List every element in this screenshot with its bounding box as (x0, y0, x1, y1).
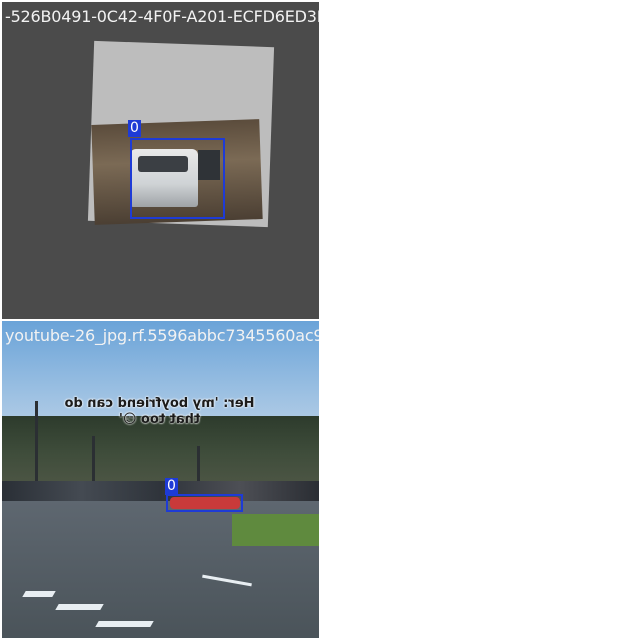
image-caption: -526B0491-0C42-4F0F-A201-ECFD6ED3DD6E-pn (5, 7, 319, 26)
detection-label: 0 (165, 478, 178, 495)
detection-box (130, 138, 225, 219)
detection-label: 0 (128, 120, 141, 137)
tile-2: 0 Her: 'my boyfriend can do that too 😏' … (2, 321, 319, 638)
lane-marking (95, 621, 154, 627)
image-caption: youtube-26_jpg.rf.5596abbc7345560ac928e2 (5, 326, 319, 345)
video-overlay-text: Her: 'my boyfriend can do that too 😏' (64, 396, 255, 427)
lane-marking (55, 604, 104, 610)
tile-1: 0 -526B0491-0C42-4F0F-A201-ECFD6ED3DD6E-… (2, 2, 319, 319)
crowd (2, 481, 319, 503)
detection-box (166, 494, 243, 512)
lane-marking (22, 591, 56, 597)
grass-median (232, 514, 319, 546)
